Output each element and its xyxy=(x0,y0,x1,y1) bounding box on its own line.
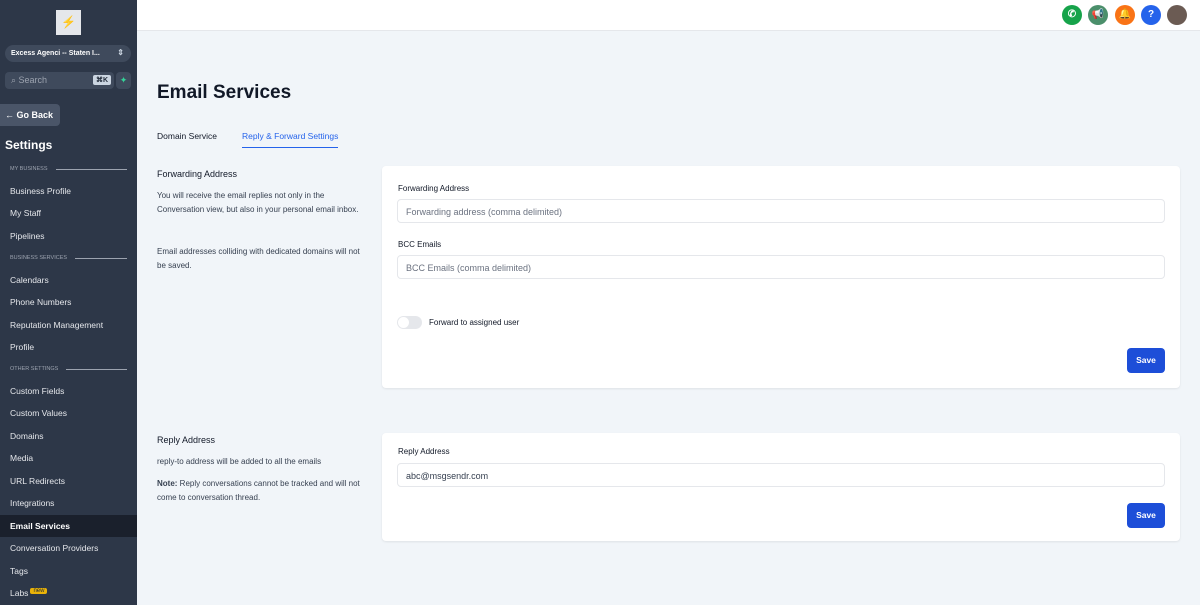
forwarding-note: Email addresses colliding with dedicated… xyxy=(157,247,360,270)
megaphone-icon[interactable]: 📢 xyxy=(1088,5,1108,25)
sidebar-item-url-redirects[interactable]: URL Redirects xyxy=(0,470,137,492)
forward-to-assigned-user-toggle[interactable] xyxy=(397,316,422,329)
sidebar-item-media[interactable]: Media xyxy=(0,447,137,469)
sidebar-item-reputation[interactable]: Reputation Management xyxy=(0,314,137,336)
section-my-business: MY BUSINESS xyxy=(10,166,127,172)
reply-card: Reply Address abc@msgsendr.com Save xyxy=(382,433,1180,541)
reply-section-title: Reply Address xyxy=(157,435,216,445)
ai-sparkle-button[interactable]: ✦ xyxy=(116,72,131,89)
chevron-updown-icon: ⇕ xyxy=(117,48,124,57)
sidebar-item-labs[interactable]: Labs new xyxy=(0,582,137,604)
save-forwarding-button[interactable]: Save xyxy=(1127,348,1165,373)
agency-logo: ⚡ xyxy=(56,10,81,35)
tab-reply-forward-settings[interactable]: Reply & Forward Settings xyxy=(242,131,339,148)
page-title: Email Services xyxy=(157,82,292,103)
reply-description: reply-to address will be added to all th… xyxy=(157,457,322,466)
search-placeholder: Search xyxy=(18,75,48,85)
sidebar-item-conversation-providers[interactable]: Conversation Providers xyxy=(0,537,137,559)
sidebar-item-email-services[interactable]: Email Services xyxy=(0,515,137,537)
location-switcher[interactable]: Excess Agenci -- Staten I... ⇕ xyxy=(5,45,131,62)
bcc-emails-label: BCC Emails xyxy=(398,240,442,249)
reply-note: Note: Reply conversations cannot be trac… xyxy=(157,477,367,505)
sidebar-item-business-profile[interactable]: Business Profile xyxy=(0,180,137,202)
search-icon: ⌕ xyxy=(11,75,19,85)
section-other-settings: OTHER SETTINGS xyxy=(10,366,127,372)
reply-address-input[interactable]: abc@msgsendr.com xyxy=(397,463,1165,487)
sidebar-item-phone-numbers[interactable]: Phone Numbers xyxy=(0,291,137,313)
new-badge: new xyxy=(30,588,48,594)
shortcut-badge: ⌘K xyxy=(92,75,111,85)
forwarding-section-title: Forwarding Address xyxy=(157,169,238,179)
avatar[interactable] xyxy=(1167,5,1187,25)
note-text: Reply conversations cannot be tracked an… xyxy=(157,479,360,502)
forwarding-address-input[interactable]: Forwarding address (comma delimited) xyxy=(397,199,1165,223)
forwarding-card: Forwarding Address Forwarding address (c… xyxy=(382,166,1180,388)
note-label: Note: xyxy=(157,479,178,488)
sidebar-item-integrations[interactable]: Integrations xyxy=(0,492,137,514)
sidebar-item-profile[interactable]: Profile xyxy=(0,336,137,358)
top-bar: ✆ 📢 🔔 ? xyxy=(137,0,1200,31)
forwarding-description: You will receive the email replies not o… xyxy=(157,191,359,214)
sidebar-item-custom-fields[interactable]: Custom Fields xyxy=(0,380,137,402)
sidebar: ⚡ Excess Agenci -- Staten I... ⇕ ⌕ Search… xyxy=(0,0,137,605)
help-icon[interactable]: ? xyxy=(1141,5,1161,25)
sidebar-item-calendars[interactable]: Calendars xyxy=(0,269,137,291)
tab-domain-service[interactable]: Domain Service xyxy=(157,131,217,147)
sidebar-item-tags[interactable]: Tags xyxy=(0,560,137,582)
sidebar-item-my-staff[interactable]: My Staff xyxy=(0,202,137,224)
sidebar-item-pipelines[interactable]: Pipelines xyxy=(0,225,137,247)
reply-address-label: Reply Address xyxy=(398,447,450,456)
forward-toggle-label: Forward to assigned user xyxy=(429,318,520,327)
search-input[interactable]: ⌕ Search ⌘K xyxy=(5,72,114,89)
sidebar-item-domains[interactable]: Domains xyxy=(0,425,137,447)
sidebar-item-custom-values[interactable]: Custom Values xyxy=(0,402,137,424)
settings-title: Settings xyxy=(5,138,53,152)
bell-icon[interactable]: 🔔 xyxy=(1115,5,1135,25)
save-reply-button[interactable]: Save xyxy=(1127,503,1165,528)
go-back-label: Go Back xyxy=(16,110,54,120)
section-business-services: BUSINESS SERVICES xyxy=(10,255,127,261)
labs-label: Labs xyxy=(10,588,29,598)
phone-icon[interactable]: ✆ xyxy=(1062,5,1082,25)
forwarding-address-label: Forwarding Address xyxy=(398,184,470,193)
go-back-button[interactable]: ← Go Back xyxy=(0,104,60,126)
location-name: Excess Agenci -- Staten I... xyxy=(11,50,100,57)
bcc-emails-input[interactable]: BCC Emails (comma delimited) xyxy=(397,255,1165,279)
